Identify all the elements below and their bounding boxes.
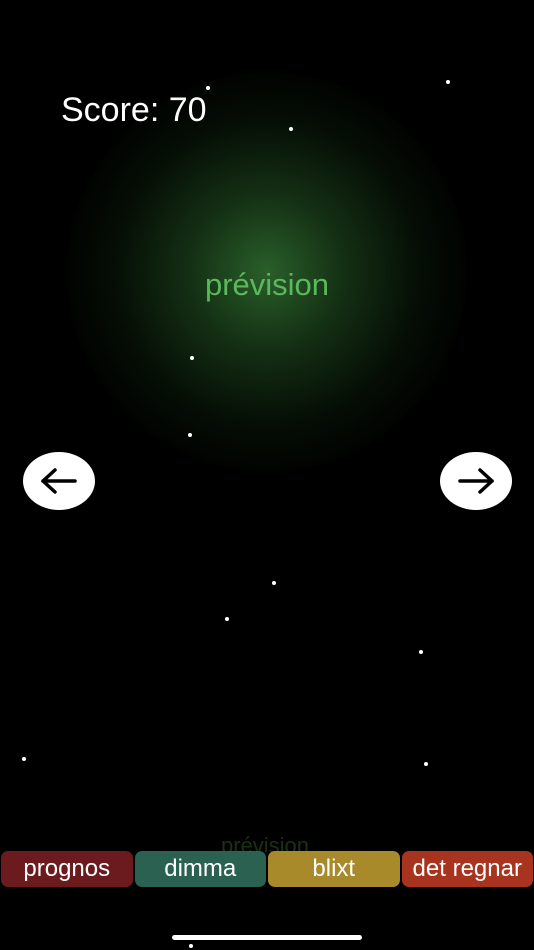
arrow-right-icon	[458, 468, 494, 494]
star	[289, 127, 293, 131]
choice-button-2[interactable]: dimma	[134, 851, 266, 887]
star	[419, 650, 423, 654]
star	[188, 433, 192, 437]
answer-choices: prognos dimma blixt det regnar	[0, 851, 534, 887]
falling-word-ghost: prévision	[220, 833, 310, 852]
choice-button-4[interactable]: det regnar	[401, 851, 533, 887]
star	[446, 80, 450, 84]
previous-button[interactable]	[23, 452, 95, 510]
star	[225, 617, 229, 621]
star	[424, 762, 428, 766]
star	[272, 581, 276, 585]
choice-button-1[interactable]: prognos	[1, 851, 133, 887]
star	[189, 944, 193, 948]
star	[22, 757, 26, 761]
home-indicator[interactable]	[172, 935, 362, 940]
score-label: Score: 70	[61, 91, 207, 129]
star	[206, 86, 210, 90]
next-button[interactable]	[440, 452, 512, 510]
prompt-word: prévision	[204, 267, 330, 302]
arrow-left-icon	[41, 468, 77, 494]
choice-button-3[interactable]: blixt	[268, 851, 400, 887]
star	[190, 356, 194, 360]
